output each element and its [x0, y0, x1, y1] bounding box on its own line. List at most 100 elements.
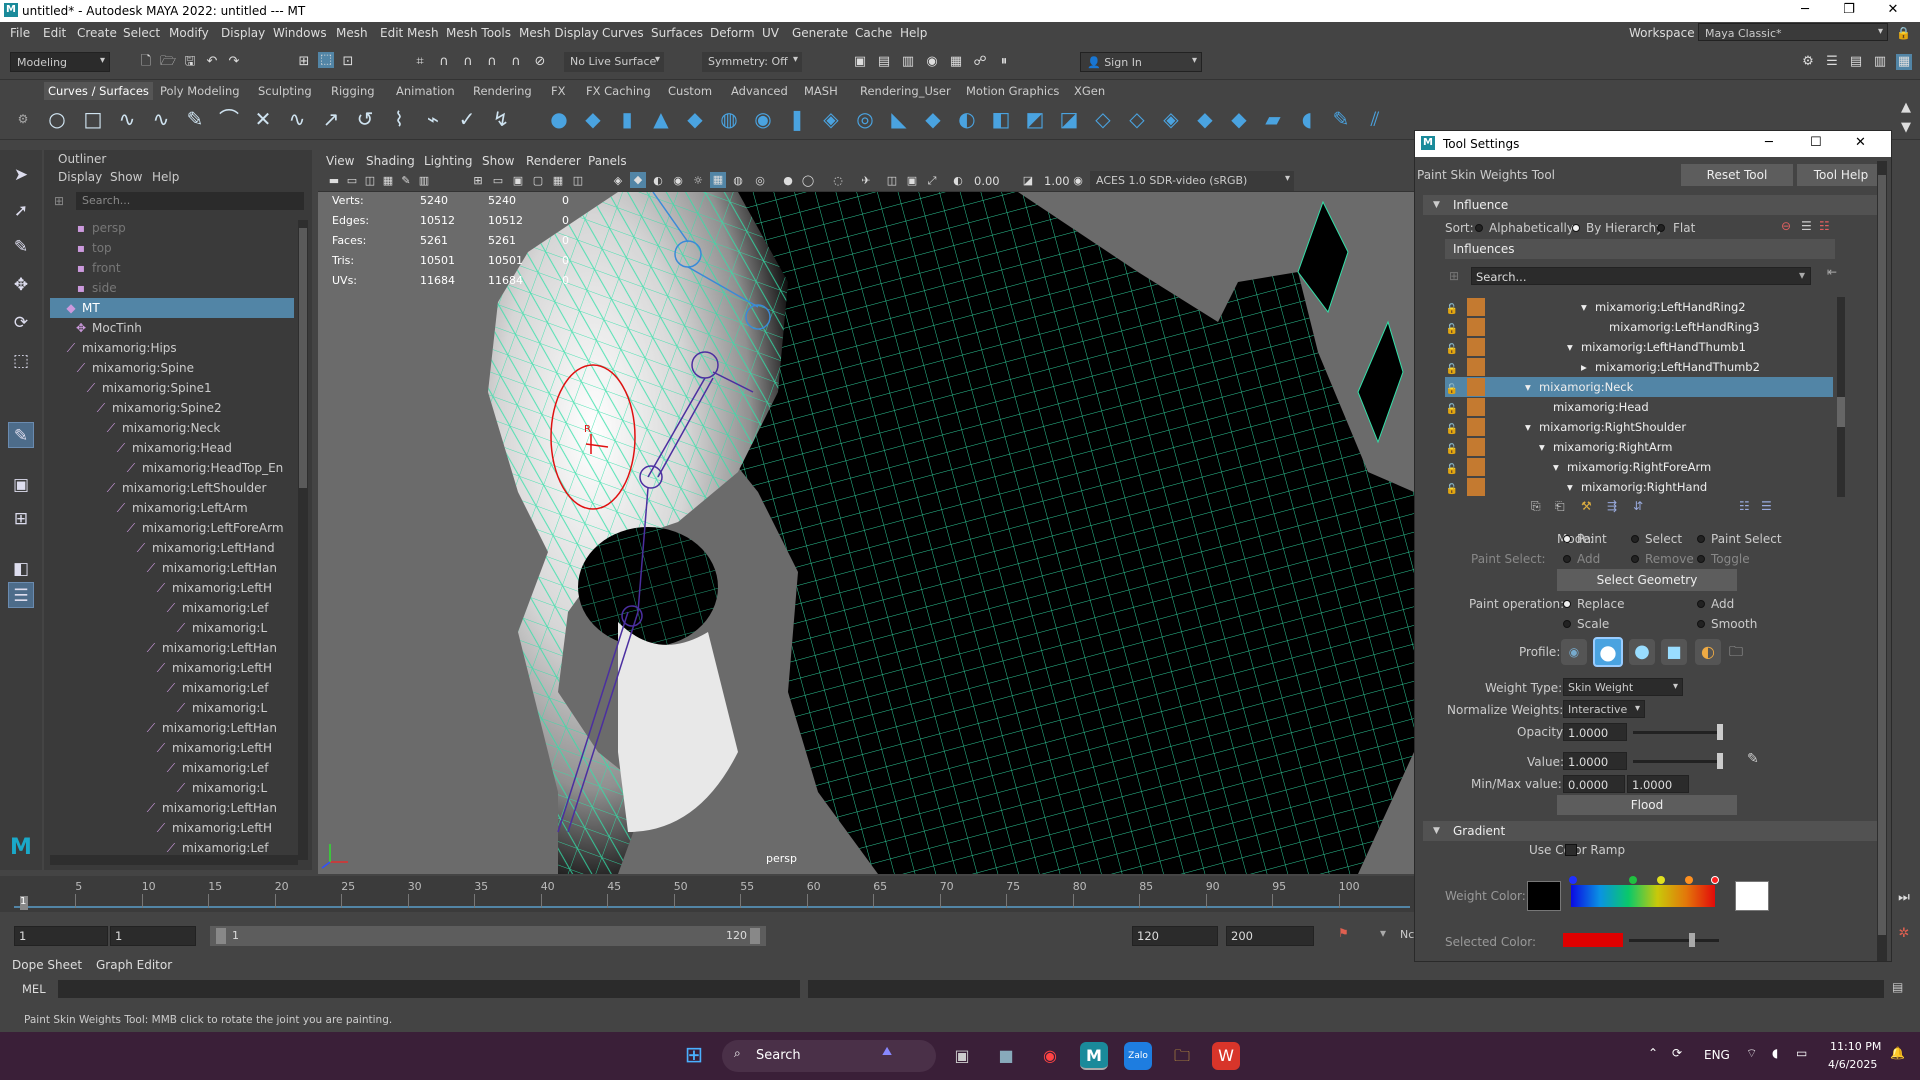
influence-row[interactable]: 🔓 ▾ mixamorig:RightForeArm [1445, 457, 1833, 477]
solid-brush-icon[interactable]: ● [1629, 639, 1655, 665]
close-button[interactable]: ✕ [1878, 2, 1908, 17]
weight-color-ramp[interactable] [1571, 885, 1715, 907]
fullscreen-icon[interactable]: ⤢ [924, 173, 940, 189]
weight-type-dropdown[interactable]: Skin Weight [1563, 678, 1683, 696]
colorspace-dropdown[interactable]: ACES 1.0 SDR-video (sRGB) [1090, 171, 1294, 191]
outliner-row[interactable]: ⟋ mixamorig:L [50, 698, 294, 718]
xray-active-icon[interactable]: ◌ [830, 173, 846, 189]
intersect-icon[interactable]: ◈ [1158, 106, 1184, 132]
ts-maximize-button[interactable]: ☐ [1810, 135, 1822, 150]
remove-influence-icon[interactable]: ⊖ [1781, 219, 1791, 233]
sign-in-dropdown[interactable]: 👤 Sign In [1080, 52, 1202, 72]
opacity-slider-track[interactable] [1633, 731, 1723, 734]
boundary-icon[interactable]: ◧ [988, 106, 1014, 132]
expand-arrow-icon[interactable]: ▾ [1567, 477, 1573, 497]
expand-arrow-icon[interactable]: ▾ [1553, 457, 1559, 477]
trim-tool-icon[interactable]: ◇ [1090, 106, 1116, 132]
select-by-hierarchy-icon[interactable]: ⊞ [296, 54, 312, 70]
tool-settings-icon[interactable]: ▤ [1848, 54, 1864, 70]
redo-icon[interactable]: ↷ [226, 54, 242, 70]
move-tool-icon[interactable]: ✥ [8, 272, 34, 298]
list-view-icon[interactable]: ☰ [1801, 219, 1812, 233]
influences-search[interactable]: Search... [1471, 267, 1811, 285]
selected-color-swatch[interactable] [1563, 933, 1623, 947]
select-by-object-icon[interactable]: ⬚ [318, 52, 334, 68]
birail-icon[interactable]: ◣ [886, 106, 912, 132]
outliner-row[interactable]: ▪ top [50, 238, 294, 258]
gate-mask-icon[interactable]: ◫ [570, 173, 586, 189]
influence-section[interactable]: Influence [1423, 195, 1885, 215]
expand-arrow-icon[interactable]: ▾ [1525, 417, 1531, 437]
search-dropdown-icon[interactable]: ▾ [1799, 268, 1805, 282]
shelf-scroll-down-icon[interactable]: ▼ [1898, 120, 1914, 136]
attach-curves-icon[interactable]: ✕ [250, 106, 276, 132]
live-surface-dropdown[interactable]: No Live Surface [564, 52, 664, 72]
time-slider[interactable]: 1 5 10 15 20 25 30 35 40 45 50 55 60 65 70 75 80 85 90 95 1… [0, 876, 1414, 912]
align-surfaces-icon[interactable]: ▰ [1260, 106, 1286, 132]
lock-influence-icon[interactable]: 🔓 [1445, 320, 1459, 335]
opacity-slider-knob[interactable] [1717, 724, 1723, 740]
view-transform-icon[interactable]: ◉ [1070, 173, 1086, 189]
use-color-ramp-checkbox[interactable] [1565, 844, 1577, 856]
viewport-menu-panels[interactable]: Panels [588, 154, 627, 168]
tab-xgen[interactable]: XGen [1074, 84, 1105, 98]
file-explorer-icon[interactable]: 🗀 [1168, 1042, 1196, 1070]
isolate-select-icon[interactable]: ◎ [752, 173, 768, 189]
playback-end-field[interactable]: 120 [1132, 926, 1218, 946]
snap-curve-icon[interactable]: ∩ [436, 54, 452, 70]
ramp-handle-3[interactable] [1657, 876, 1665, 884]
use-all-lights-icon[interactable]: ☼ [690, 173, 706, 189]
detach-surfaces-icon[interactable]: ◆ [1226, 106, 1252, 132]
sort-flat-radio[interactable] [1657, 224, 1665, 232]
lock-influence-icon[interactable]: 🔓 [1445, 300, 1459, 315]
tab-motion-graphics[interactable]: Motion Graphics [966, 84, 1059, 98]
outliner-row[interactable]: ⟋ mixamorig:Neck [50, 418, 294, 438]
paint-select-remove-radio[interactable] [1631, 555, 1639, 563]
tab-advanced[interactable]: Advanced [731, 84, 788, 98]
symmetry-dropdown[interactable]: Symmetry: Off [702, 52, 802, 72]
lasso-tool-icon[interactable]: ➚ [8, 198, 34, 224]
planar-icon[interactable]: ◈ [818, 106, 844, 132]
lock-icon[interactable]: 🔒 [1896, 26, 1911, 40]
influence-color-swatch[interactable] [1467, 458, 1485, 476]
motion-blur-icon[interactable]: ✈ [858, 173, 874, 189]
render-setup-icon[interactable]: ▦ [948, 54, 964, 70]
outliner-row[interactable]: ⟋ mixamorig:LeftHan [50, 718, 294, 738]
influence-row[interactable]: 🔓 mixamorig:Head [1445, 397, 1833, 417]
reset-tool-button[interactable]: Reset Tool [1681, 164, 1793, 186]
outliner-layout-icon[interactable]: ☰ [8, 582, 34, 608]
xray-icon[interactable]: ● [780, 173, 796, 189]
tab-custom[interactable]: Custom [668, 84, 712, 98]
nurbs-sphere-icon[interactable]: ● [546, 106, 572, 132]
menu-surfaces[interactable]: Surfaces [651, 26, 703, 40]
outliner-row[interactable]: ⟋ mixamorig:LeftHan [50, 798, 294, 818]
mode-paint-radio[interactable] [1563, 535, 1571, 543]
taskbar-search[interactable]: ⌕ Search ⛰ [722, 1040, 936, 1072]
influence-color-swatch[interactable] [1467, 318, 1485, 336]
sort-hierarchy-radio[interactable] [1572, 224, 1580, 232]
smooth-shade-icon[interactable]: ◆ [630, 172, 646, 188]
browse-folder-icon[interactable]: 🗀 [1729, 641, 1743, 665]
snap-live-icon[interactable]: ⊘ [532, 54, 548, 70]
collapse-all-icon[interactable]: ☰ [1761, 499, 1772, 513]
expand-arrow-icon[interactable]: ▸ [1581, 357, 1587, 377]
outliner-menu-help[interactable]: Help [152, 170, 179, 184]
nurbs-cube-icon[interactable]: ◆ [580, 106, 606, 132]
outliner-row[interactable]: ▪ front [50, 258, 294, 278]
tool-help-button[interactable]: Tool Help [1797, 164, 1885, 186]
tab-fx[interactable]: FX [551, 84, 566, 98]
influence-color-swatch[interactable] [1467, 438, 1485, 456]
outliner-row[interactable]: ⟋ mixamorig:LeftForeArm [50, 518, 294, 538]
ipr-render-icon[interactable]: ▥ [900, 54, 916, 70]
wireframe-on-shaded-icon[interactable]: ◐ [650, 173, 666, 189]
viewport-menu-show[interactable]: Show [482, 154, 514, 168]
menu-generate[interactable]: Generate [792, 26, 848, 40]
weight-hammer-icon[interactable]: ⚒ [1581, 499, 1592, 513]
menu-help[interactable]: Help [900, 26, 927, 40]
anti-alias-icon[interactable]: ◫ [884, 173, 900, 189]
workspace-dropdown[interactable]: Maya Classic* [1698, 23, 1888, 41]
filter-icon[interactable]: ⊞ [1449, 269, 1459, 283]
menu-mesh-tools[interactable]: Mesh Tools [446, 26, 511, 40]
outliner-hscrollbar[interactable] [50, 855, 298, 865]
outliner-scrollbar[interactable] [298, 220, 308, 860]
